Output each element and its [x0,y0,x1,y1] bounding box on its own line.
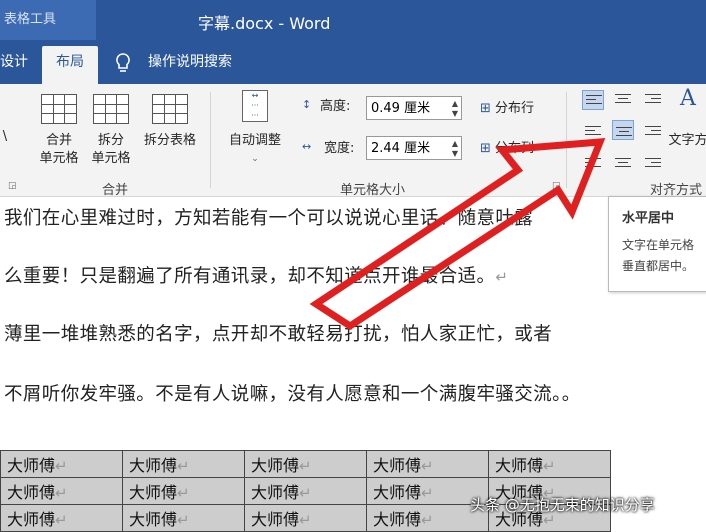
red-arrow-annotation [309,138,606,331]
tooltip-description: 文字在单元格 垂直都居中。 [622,235,706,277]
tooltip-title: 水平居中 [622,211,675,226]
watermark: 头条 @无抱无束的知识分享 [470,496,655,514]
tooltip-line: 垂直都居中。 [622,259,695,273]
tooltip: 水平居中 文字在单元格 垂直都居中。 [608,196,706,292]
tooltip-line: 文字在单元格 [622,238,695,252]
